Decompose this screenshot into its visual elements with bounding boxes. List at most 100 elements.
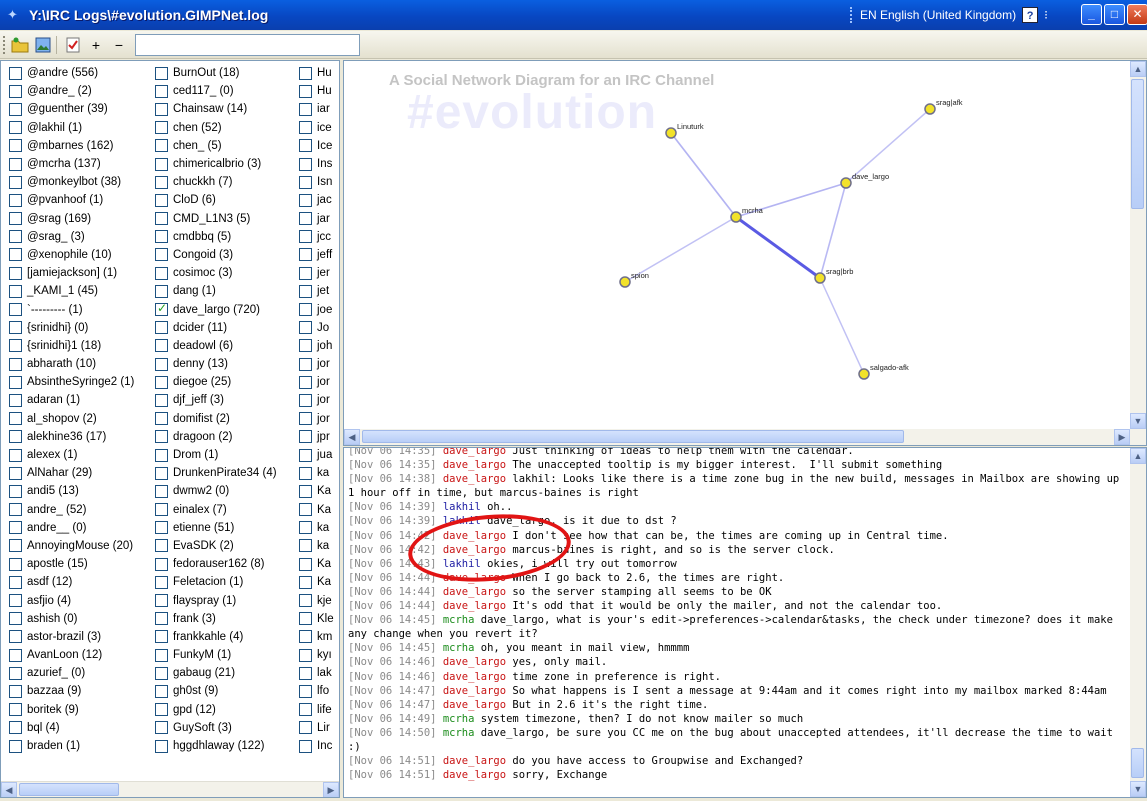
nick-checkbox[interactable] <box>155 648 168 662</box>
nick-checkbox[interactable] <box>9 66 22 80</box>
nick-checkbox[interactable] <box>299 521 312 535</box>
nick-checkbox[interactable] <box>155 375 168 389</box>
nick-checkbox[interactable] <box>299 139 312 153</box>
nick-checkbox[interactable] <box>9 521 22 535</box>
help-icon[interactable]: ? <box>1022 7 1039 23</box>
nick-checkbox[interactable] <box>9 157 22 171</box>
nick-item[interactable]: `--------- (1) <box>9 300 134 318</box>
nick-item[interactable]: flayspray (1) <box>155 591 277 609</box>
nick-item[interactable]: {srinidhi} (0) <box>9 319 134 337</box>
nick-item[interactable]: asfjio (4) <box>9 591 134 609</box>
nick-checkbox[interactable] <box>299 230 312 244</box>
nick-item[interactable]: apostle (15) <box>9 555 134 573</box>
scrollbar-thumb[interactable] <box>362 430 904 443</box>
nick-checkbox[interactable] <box>9 721 22 735</box>
nick-checkbox[interactable] <box>299 430 312 444</box>
nick-item[interactable]: ka <box>299 519 334 537</box>
nick-item[interactable]: jer <box>299 264 334 282</box>
nick-checkbox[interactable] <box>299 212 312 226</box>
nick-item[interactable]: Ka <box>299 482 334 500</box>
nick-item[interactable]: gh0st (9) <box>155 682 277 700</box>
nick-checkbox[interactable] <box>299 266 312 280</box>
nick-item[interactable]: Ice <box>299 137 334 155</box>
nick-checkbox[interactable] <box>299 321 312 335</box>
nick-item[interactable]: @xenophile (10) <box>9 246 134 264</box>
nick-item[interactable]: AvanLoon (12) <box>9 646 134 664</box>
nick-item[interactable]: jor <box>299 391 334 409</box>
nick-item[interactable]: jet <box>299 282 334 300</box>
nick-checkbox[interactable] <box>9 357 22 371</box>
chat-vertical-scrollbar[interactable]: ▲ ▼ <box>1130 448 1146 797</box>
nick-checkbox[interactable] <box>299 121 312 135</box>
nick-item[interactable]: ka <box>299 537 334 555</box>
nick-item[interactable]: @guenther (39) <box>9 100 134 118</box>
nick-checkbox[interactable] <box>155 230 168 244</box>
nick-item[interactable]: Inc <box>299 737 334 755</box>
nick-checkbox[interactable] <box>299 303 312 317</box>
graph-node[interactable] <box>840 177 852 189</box>
nick-checkbox[interactable] <box>299 594 312 608</box>
nick-item[interactable]: CloD (6) <box>155 191 277 209</box>
nick-item[interactable]: Congoid (3) <box>155 246 277 264</box>
nick-item[interactable]: Ka <box>299 573 334 591</box>
nick-checkbox[interactable] <box>299 157 312 171</box>
nick-item[interactable]: Drom (1) <box>155 446 277 464</box>
nick-checkbox[interactable] <box>9 666 22 680</box>
nick-item[interactable]: domifist (2) <box>155 410 277 428</box>
nick-checkbox[interactable] <box>299 84 312 98</box>
nick-item[interactable]: gpd (12) <box>155 701 277 719</box>
language-indicator[interactable]: EN English (United Kingdom) <box>860 8 1016 22</box>
nick-item[interactable]: deadowl (6) <box>155 337 277 355</box>
nick-checkbox[interactable] <box>299 248 312 262</box>
graph-node[interactable] <box>730 211 742 223</box>
nick-checkbox[interactable] <box>155 301 168 317</box>
nick-item[interactable]: chen (52) <box>155 119 277 137</box>
nick-item[interactable]: km <box>299 628 334 646</box>
nick-item[interactable]: al_shopov (2) <box>9 410 134 428</box>
graph-vertical-scrollbar[interactable]: ▲ ▼ <box>1130 61 1146 429</box>
nick-checkbox[interactable] <box>155 212 168 226</box>
nick-checkbox[interactable] <box>155 503 168 517</box>
nick-checkbox[interactable] <box>299 193 312 207</box>
nick-item[interactable]: kje <box>299 591 334 609</box>
nick-item[interactable]: andre_ (52) <box>9 501 134 519</box>
nick-checkbox[interactable] <box>155 66 168 80</box>
nick-checkbox[interactable] <box>299 703 312 717</box>
nick-checkbox[interactable] <box>155 612 168 626</box>
nick-checkbox[interactable] <box>9 339 22 353</box>
image-button[interactable] <box>33 35 53 55</box>
nick-checkbox[interactable] <box>155 739 168 753</box>
nick-item[interactable]: AnnoyingMouse (20) <box>9 537 134 555</box>
nick-checkbox[interactable] <box>9 102 22 116</box>
nick-item[interactable]: [jamiejackson] (1) <box>9 264 134 282</box>
scrollbar-thumb[interactable] <box>1131 748 1144 778</box>
nick-item[interactable]: @pvanhoof (1) <box>9 191 134 209</box>
nick-checkbox[interactable] <box>9 630 22 644</box>
nick-item[interactable]: adaran (1) <box>9 391 134 409</box>
nick-item[interactable]: djf_jeff (3) <box>155 391 277 409</box>
nick-item[interactable]: lak <box>299 664 334 682</box>
nick-item[interactable]: Hu <box>299 82 334 100</box>
scroll-down-icon[interactable]: ▼ <box>1130 781 1146 797</box>
nick-checkbox[interactable] <box>155 248 168 262</box>
nick-checkbox[interactable] <box>299 503 312 517</box>
nick-item[interactable]: astor-brazil (3) <box>9 628 134 646</box>
scroll-left-icon[interactable]: ◀ <box>1 782 17 797</box>
nick-item[interactable]: @srag (169) <box>9 210 134 228</box>
nick-checkbox[interactable] <box>299 557 312 571</box>
nick-checkbox[interactable] <box>9 684 22 698</box>
nick-list-horizontal-scrollbar[interactable]: ◀ ▶ <box>1 781 339 797</box>
graph-horizontal-scrollbar[interactable]: ◀ ▶ <box>344 429 1146 445</box>
nick-item[interactable]: jeff <box>299 246 334 264</box>
scrollbar-thumb[interactable] <box>19 783 119 796</box>
nick-item[interactable]: @mcrha (137) <box>9 155 134 173</box>
add-button[interactable]: + <box>86 35 106 55</box>
nick-item[interactable]: DrunkenPirate34 (4) <box>155 464 277 482</box>
nick-checkbox[interactable] <box>9 503 22 517</box>
nick-item[interactable]: Kle <box>299 610 334 628</box>
nick-item[interactable]: dave_largo (720) <box>155 300 277 318</box>
nick-checkbox[interactable] <box>155 175 168 189</box>
nick-item[interactable]: dragoon (2) <box>155 428 277 446</box>
nick-checkbox[interactable] <box>299 66 312 80</box>
nick-item[interactable]: fedorauser162 (8) <box>155 555 277 573</box>
